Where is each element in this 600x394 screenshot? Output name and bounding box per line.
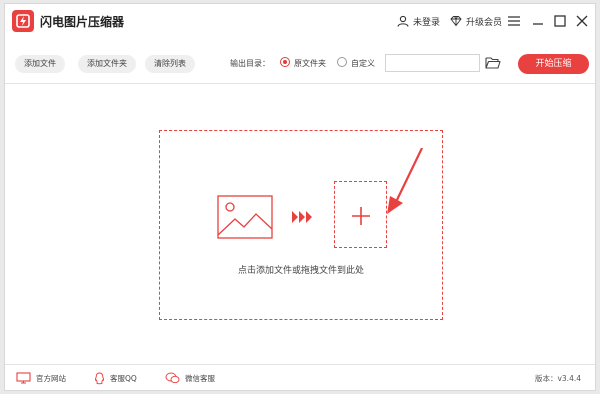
login-button[interactable]: 未登录 <box>397 10 440 32</box>
wechat-support-link[interactable]: 微信客服 <box>165 371 215 385</box>
image-icon <box>217 195 273 239</box>
minimize-icon <box>533 23 543 25</box>
radio-custom[interactable] <box>337 57 347 67</box>
custom-label[interactable]: 自定义 <box>351 58 375 69</box>
pointer-arrow-icon <box>387 148 423 214</box>
upgrade-vip-button[interactable]: 升级会员 <box>450 10 502 32</box>
output-path-input[interactable] <box>385 54 480 72</box>
original-folder-label[interactable]: 原文件夹 <box>294 58 326 69</box>
qq-penguin-icon <box>94 372 105 384</box>
maximize-button[interactable] <box>551 12 569 30</box>
add-file-button[interactable]: 添加文件 <box>15 55 65 73</box>
hamburger-icon <box>508 16 520 26</box>
close-icon <box>576 15 588 27</box>
radio-original-folder[interactable] <box>280 57 290 67</box>
menu-button[interactable] <box>505 12 523 30</box>
official-website-link[interactable]: 官方网站 <box>16 371 66 385</box>
chevrons-right-icon <box>292 211 312 223</box>
add-file-target[interactable] <box>334 181 387 248</box>
vip-label: 升级会员 <box>466 17 503 28</box>
status-footer: 官方网站 客服QQ 微信客服 版本：v3.4.4 <box>5 364 595 390</box>
wechat-icon <box>165 372 180 384</box>
folder-open-icon <box>485 57 501 69</box>
clear-list-button[interactable]: 清除列表 <box>145 55 195 73</box>
user-icon <box>397 15 409 27</box>
close-button[interactable] <box>573 12 591 30</box>
diamond-icon <box>450 16 462 27</box>
output-dir-label: 输出目录： <box>230 59 270 68</box>
version-text: 版本：v3.4.4 <box>534 374 581 383</box>
drop-hint-text: 点击添加文件或拖拽文件到此处 <box>237 266 364 276</box>
app-logo-icon <box>12 10 34 32</box>
wechat-label: 微信客服 <box>185 373 215 383</box>
login-label: 未登录 <box>413 17 441 28</box>
app-window: 闪电图片压缩器 未登录 升级会员 添加文件 添加文件夹 清除列表 输出目录： 原… <box>4 3 596 391</box>
add-folder-button[interactable]: 添加文件夹 <box>78 55 136 73</box>
app-title: 闪电图片压缩器 <box>40 15 125 29</box>
website-label: 官方网站 <box>36 373 66 383</box>
maximize-icon <box>554 15 566 27</box>
browse-folder-button[interactable] <box>485 55 501 69</box>
qq-label: 客服QQ <box>110 373 137 383</box>
start-compress-button[interactable]: 开始压缩 <box>518 54 589 74</box>
title-bar: 闪电图片压缩器 未登录 升级会员 <box>5 4 595 38</box>
plus-icon <box>352 207 370 225</box>
toolbar: 添加文件 添加文件夹 清除列表 输出目录： 原文件夹 自定义 开始压缩 <box>5 38 595 84</box>
minimize-button[interactable] <box>529 12 547 30</box>
monitor-icon <box>16 372 31 384</box>
support-qq-link[interactable]: 客服QQ <box>94 371 137 385</box>
